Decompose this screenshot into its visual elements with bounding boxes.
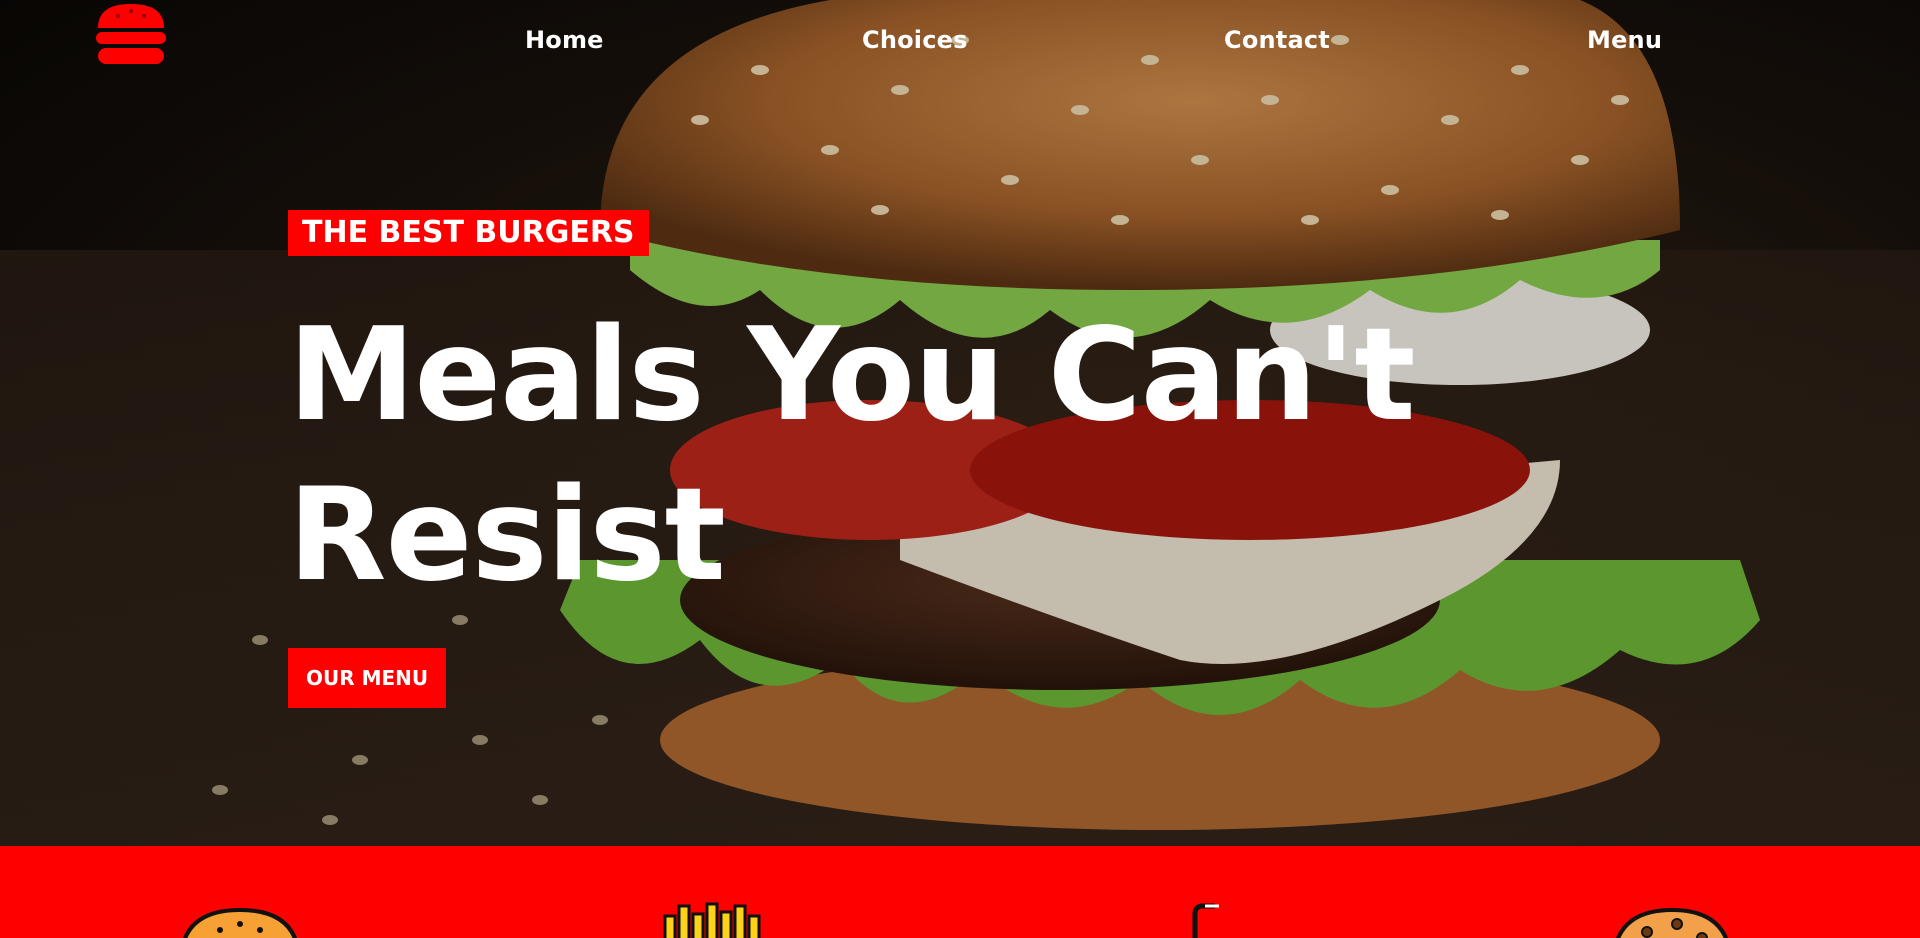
features-strip — [0, 846, 1920, 938]
nav-contact-link[interactable]: Contact — [1224, 26, 1330, 54]
burger-icon[interactable] — [96, 2, 166, 66]
cookie-icon — [1615, 907, 1729, 938]
drink-icon — [1192, 903, 1219, 938]
our-menu-button[interactable]: OUR MENU — [288, 648, 447, 708]
nav-home-link[interactable]: Home — [525, 26, 604, 54]
fries-icon — [663, 902, 761, 938]
tagline-badge: THE BEST BURGERS — [288, 210, 649, 256]
top-navigation: Home Choices Contact Menu — [0, 0, 1920, 84]
nav-choices-link[interactable]: Choices — [862, 26, 968, 54]
burger-icon — [183, 907, 297, 938]
nav-menu-link[interactable]: Menu — [1587, 26, 1662, 54]
hero-section: Home Choices Contact Menu THE BEST BURGE… — [0, 0, 1920, 846]
hero-headline: Meals You Can't Resist — [288, 301, 1416, 610]
